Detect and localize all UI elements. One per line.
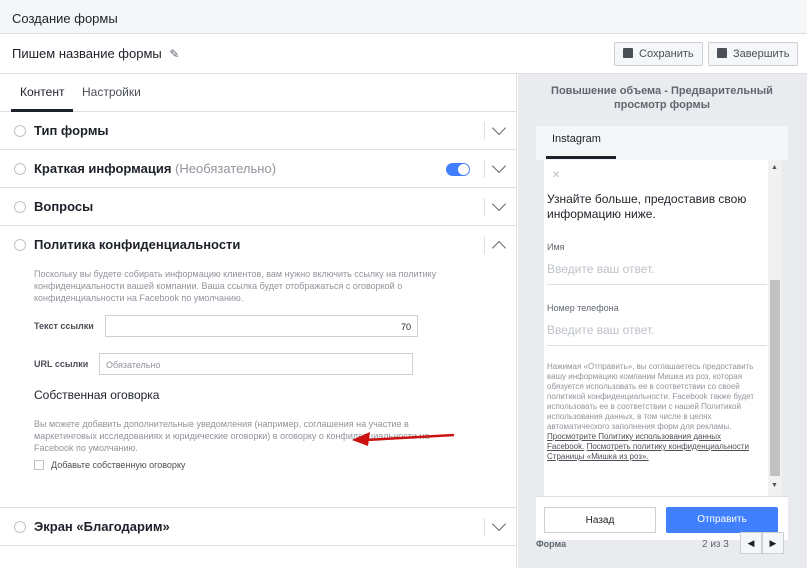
link-text-label: Текст ссылки	[34, 321, 94, 331]
close-icon[interactable]: ✕	[552, 170, 560, 181]
section-thanks[interactable]: Экран «Благодарим»	[0, 508, 517, 546]
save-icon	[623, 48, 633, 58]
chevron-up-icon[interactable]	[491, 240, 507, 256]
editor-panel: Контент Настройки Тип формы Краткая инфо…	[0, 74, 517, 568]
window-title: Создание формы	[0, 0, 807, 34]
section-title: Политика конфиденциальности	[34, 237, 241, 252]
save-button[interactable]: Сохранить	[614, 42, 703, 66]
finish-icon	[717, 48, 727, 58]
preview-scrollbar[interactable]: ▲ ▼	[768, 160, 782, 496]
name-field-label: Имя	[547, 242, 565, 252]
section-title-text: Краткая информация	[34, 161, 172, 176]
radio-intro[interactable]	[14, 163, 26, 175]
tab-content[interactable]: Контент	[20, 85, 64, 99]
section-title: Тип формы	[34, 123, 109, 138]
save-label: Сохранить	[639, 48, 694, 60]
optional-label: (Необязательно)	[175, 161, 277, 176]
pager-count: 2 из 3	[702, 539, 729, 550]
finish-label: Завершить	[733, 48, 790, 60]
url-input[interactable]: Обязательно	[99, 353, 413, 375]
link-text-input[interactable]: 70	[105, 315, 418, 337]
section-form-type[interactable]: Тип формы	[0, 112, 517, 150]
radio-questions[interactable]	[14, 201, 26, 213]
chevron-down-icon[interactable]	[491, 158, 507, 174]
tab-instagram-label: Instagram	[552, 133, 601, 145]
pager-label: Форма	[536, 539, 567, 549]
divider	[484, 518, 485, 536]
name-field-input[interactable]: Введите ваш ответ.	[547, 262, 767, 285]
scrollbar-thumb[interactable]	[770, 280, 780, 476]
section-title: Экран «Благодарим»	[34, 519, 170, 534]
privacy-description: Поскольку вы будете собирать информацию …	[34, 269, 437, 303]
preview-title: Повышение объема - Предварительный просм…	[551, 85, 773, 111]
divider	[484, 122, 485, 140]
section-privacy: Политика конфиденциальности Поскольку вы…	[0, 226, 517, 508]
custom-disclaimer-checkbox-label: Добавьте собственную оговорку	[51, 460, 186, 470]
form-name-label: Пишем название формы	[12, 46, 162, 61]
arrow-head	[352, 432, 370, 446]
divider	[484, 236, 485, 254]
section-title: Краткая информация (Необязательно)	[34, 161, 276, 176]
scroll-up-icon[interactable]: ▲	[771, 164, 778, 171]
divider	[484, 160, 485, 178]
radio-thanks[interactable]	[14, 521, 26, 533]
radio-privacy[interactable]	[14, 239, 26, 251]
section-questions[interactable]: Вопросы	[0, 188, 517, 226]
legal-text: Нажимая «Отправить», вы соглашаетесь пре…	[547, 362, 754, 431]
radio-form-type[interactable]	[14, 125, 26, 137]
custom-disclaimer-checkbox[interactable]	[34, 460, 44, 470]
send-button[interactable]: Отправить	[666, 507, 778, 533]
divider	[484, 198, 485, 216]
intro-toggle[interactable]	[446, 163, 470, 176]
form-header: Пишем название формы ✎ Сохранить Заверши…	[0, 34, 807, 74]
annotation-arrow	[352, 432, 455, 446]
preview-panel: Повышение объема - Предварительный просм…	[518, 74, 807, 568]
url-label: URL ссылки	[34, 359, 89, 369]
chevron-left-icon: ◀	[747, 538, 755, 548]
section-intro[interactable]: Краткая информация (Необязательно)	[0, 150, 517, 188]
form-preview: ✕ Узнайте больше, предоставив свою инфор…	[544, 160, 772, 496]
section-title: Вопросы	[34, 199, 94, 214]
tab-bar: Контент Настройки	[0, 74, 517, 112]
tab-settings[interactable]: Настройки	[82, 85, 141, 99]
chevron-down-icon[interactable]	[491, 120, 507, 136]
prev-page-button[interactable]: ◀	[740, 532, 762, 554]
arrow-shaft	[365, 433, 455, 442]
phone-field-label: Номер телефона	[547, 303, 619, 313]
chevron-right-icon: ▶	[769, 538, 777, 548]
chevron-down-icon[interactable]	[491, 516, 507, 532]
scroll-down-icon[interactable]: ▼	[771, 482, 778, 489]
form-name[interactable]: Пишем название формы ✎	[12, 46, 179, 61]
chevron-down-icon[interactable]	[491, 196, 507, 212]
pencil-icon[interactable]: ✎	[169, 47, 179, 61]
legal-disclaimer: Нажимая «Отправить», вы соглашаетесь пре…	[547, 362, 759, 462]
next-page-button[interactable]: ▶	[762, 532, 784, 554]
custom-disclaimer-title: Собственная оговорка	[34, 388, 160, 402]
instagram-tab-indicator	[546, 156, 616, 159]
finish-button[interactable]: Завершить	[708, 42, 799, 66]
preview-lead: Узнайте больше, предоставив свою информа…	[547, 192, 747, 221]
back-button[interactable]: Назад	[544, 507, 656, 533]
phone-field-input[interactable]: Введите ваш ответ.	[547, 323, 767, 346]
